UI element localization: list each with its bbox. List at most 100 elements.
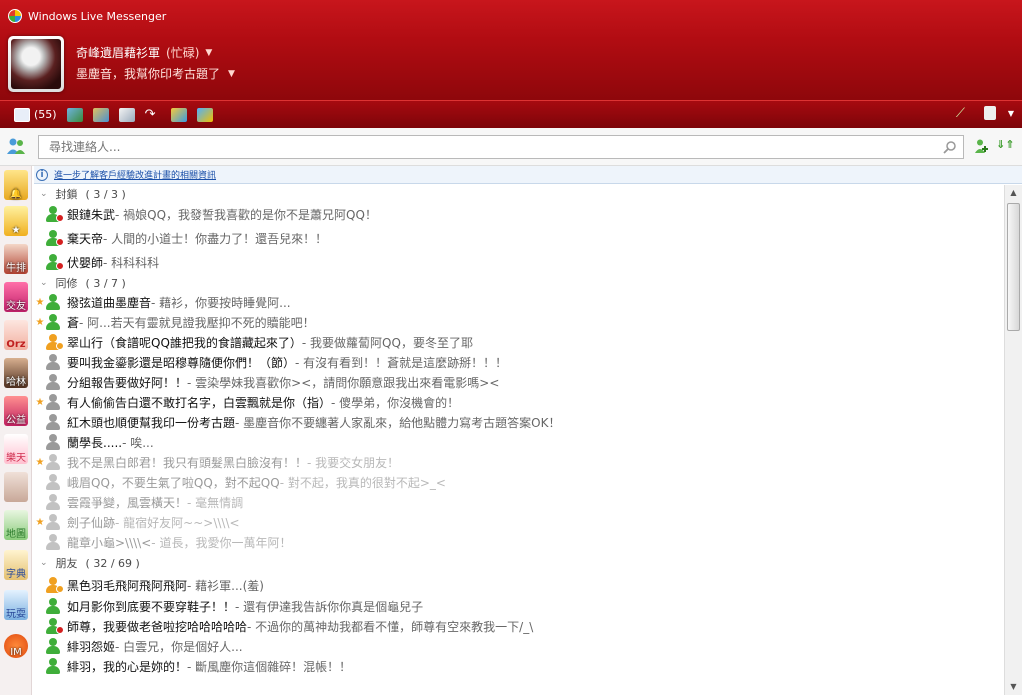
- user-name-row[interactable]: 奇峰遺眉藉衫軍 (忙碌) ▼: [76, 44, 212, 61]
- sidebar-item-heart[interactable]: 交友: [4, 282, 28, 312]
- spaces-icon[interactable]: [118, 107, 135, 122]
- chevron-down-icon[interactable]: ⌄: [40, 189, 48, 199]
- presence-icon: [46, 294, 64, 310]
- sidebar-item-kitty[interactable]: 樂天: [4, 434, 28, 464]
- contact-row[interactable]: 緋羽怨姬 - 白雲兄，你是個好人...: [34, 636, 243, 656]
- scroll-down-icon[interactable]: ▼: [1005, 679, 1022, 695]
- personal-message-row[interactable]: 墨塵音，我幫你印考古題了 ▼: [76, 65, 235, 82]
- favorite-star: ★: [35, 516, 45, 528]
- presence-icon: [46, 230, 64, 246]
- personal-message: 墨塵音，我幫你印考古題了: [76, 67, 221, 81]
- contact-row[interactable]: ★ 撥弦道曲墨塵音 - 藉衫，你要按時睡覺阿...: [34, 292, 291, 312]
- contact-message: - 禍娘QQ，我發誓我喜歡的是你不是蕭兄阿QQ！: [115, 207, 377, 222]
- contact-message: - 龍宿好友阿~~>\\\\<: [115, 515, 240, 530]
- scroll-up-icon[interactable]: ▲: [1005, 185, 1022, 201]
- status-dropdown-icon[interactable]: ▼: [205, 48, 212, 58]
- favorite-star: ★: [35, 296, 45, 308]
- customize-icon[interactable]: ⟋: [956, 106, 972, 121]
- people-icon[interactable]: [92, 107, 109, 122]
- contact-message: - 對不起，我真的很對不起>_<: [279, 475, 446, 490]
- sidebar-item-map[interactable]: 地圖: [4, 510, 28, 540]
- presence-icon: [46, 206, 64, 222]
- search-input[interactable]: [39, 136, 919, 158]
- group-count: ( 3 / 7 ): [85, 276, 126, 290]
- contact-row[interactable]: 緋羽，我的心是妳的！ - 斷風塵你這個雜碎！混帳！！: [34, 656, 351, 676]
- contact-name: 棄天帝: [67, 231, 104, 246]
- info-icon: i: [36, 168, 48, 181]
- group-header-classmates[interactable]: ⌄ 同修 ( 3 / 7 ): [40, 274, 126, 292]
- bell-icon: 🔔: [9, 189, 23, 200]
- contact-row[interactable]: ★ 有人偷偷告白還不敢打名字，白雲飄就是你（指） - 傻學弟，你沒機會的！: [34, 392, 459, 412]
- games-icon[interactable]: [196, 107, 213, 122]
- star-icon: ★: [11, 225, 21, 236]
- contact-name: 有人偷偷告白還不敢打名字，白雲飄就是你（指）: [67, 395, 332, 410]
- contact-row[interactable]: 伏嬰師 - 科科科科: [34, 252, 159, 272]
- contacts-icon[interactable]: [6, 137, 26, 155]
- scroll-thumb[interactable]: [1007, 203, 1020, 331]
- user-avatar[interactable]: [8, 36, 64, 92]
- contact-row[interactable]: 紅木頭也順便幫我印一份考古題 - 墨塵音你不要纏著人家亂來，給他點體力寫考古題答…: [34, 412, 560, 432]
- group-header-friends[interactable]: ⌄ 朋友 ( 32 / 69 ): [40, 554, 140, 572]
- sidebar-item-cow[interactable]: 牛排: [4, 244, 28, 274]
- share-icon[interactable]: ↷: [145, 107, 161, 122]
- contact-row[interactable]: ★ 蒼 - 阿...若天有靈就見證我壓抑不死的贖能吧！: [34, 312, 315, 332]
- search-icon[interactable]: [943, 140, 957, 154]
- favorite-star: ★: [35, 456, 45, 468]
- contact-row[interactable]: 龍章小龜>\\\\< - 道長，我愛你一萬年阿！: [34, 532, 291, 552]
- sidebar-item-face[interactable]: [4, 472, 28, 502]
- scrollbar[interactable]: ▲ ▼: [1004, 185, 1022, 695]
- presence-icon: [46, 514, 64, 530]
- chevron-down-icon[interactable]: ⌄: [40, 558, 48, 568]
- presence-icon: [46, 374, 64, 390]
- sidebar-item-im[interactable]: IM: [4, 634, 28, 658]
- sidebar-item-star[interactable]: ★: [4, 206, 28, 236]
- contact-name: 緋羽怨姬: [67, 639, 116, 654]
- contact-message: - 藉衫，你要按時睡覺阿...: [151, 295, 291, 310]
- contact-row[interactable]: 棄天帝 - 人間的小道士！你盡力了！還吾兒來！！: [34, 228, 327, 248]
- menu-dropdown-icon[interactable]: ▼: [1008, 109, 1014, 118]
- contact-name: 伏嬰師: [67, 255, 104, 270]
- contact-row[interactable]: 翠山行（食譜呢QQ誰把我的食譜藏起來了） - 我要做蘿蔔阿QQ，要冬至了耶: [34, 332, 473, 352]
- sidebar-item-game[interactable]: 玩耍: [4, 590, 28, 620]
- contact-message: - 還有伊達我告訴你你真是個龜兒子: [235, 599, 424, 614]
- mail-count[interactable]: (55): [34, 108, 57, 121]
- contact-message: - 雲染學妹我喜歡你><，請問你願意跟我出來看電影嗎><: [187, 375, 500, 390]
- presence-icon: [46, 598, 64, 614]
- contact-row[interactable]: 銀鏈朱武 - 禍娘QQ，我發誓我喜歡的是你不是蕭兄阿QQ！: [34, 204, 377, 224]
- add-contact-icon[interactable]: [974, 138, 990, 154]
- menu-icon[interactable]: [983, 106, 996, 120]
- contact-list[interactable]: ⌄ 封鎖 ( 3 / 3 ) 銀鏈朱武 - 禍娘QQ，我發誓我喜歡的是你不是蕭兄…: [34, 185, 1004, 695]
- contact-row[interactable]: 雲霞爭變，風雲橫天！ - 毫無情調: [34, 492, 243, 512]
- contact-row[interactable]: 要叫我金鎏影還是昭穆尊隨便你們！（節） - 有沒有看到！！蒼就是這麼跡掰！！！: [34, 352, 507, 372]
- contact-message: - 道長，我愛你一萬年阿！: [151, 535, 292, 550]
- sidebar-item-book[interactable]: 字典: [4, 550, 28, 580]
- contact-row[interactable]: 蘭學長..... - 唉...: [34, 432, 154, 452]
- contact-row[interactable]: 如月影你到底要不要穿鞋子！！ - 還有伊達我告訴你你真是個龜兒子: [34, 596, 423, 616]
- contact-row[interactable]: ★ 劍子仙跡 - 龍宿好友阿~~>\\\\<: [34, 512, 240, 532]
- sidebar: 🔔 ★ 牛排 交友 Orz 哈林 公益 樂天 地圖 字典 玩耍 IM: [0, 166, 32, 695]
- personal-message-dropdown-icon[interactable]: ▼: [228, 69, 235, 79]
- search-box[interactable]: [38, 135, 964, 159]
- contact-name: 蘭學長.....: [67, 435, 123, 450]
- sidebar-item-sticker[interactable]: 公益: [4, 396, 28, 426]
- sidebar-item-person[interactable]: 哈林: [4, 358, 28, 388]
- toolbar-right: ⟋ ▼: [956, 106, 1014, 121]
- avatar-image: [11, 39, 61, 89]
- chevron-down-icon[interactable]: ⌄: [40, 278, 48, 288]
- contact-row[interactable]: 峨眉QQ，不要生氣了啦QQ，對不起QQ - 對不起，我真的很對不起>_<: [34, 472, 446, 492]
- contact-row[interactable]: 黑色羽毛飛阿飛阿飛阿 - 藉衫軍...(羞): [34, 575, 264, 595]
- contact-row[interactable]: 師尊，我要做老爸啦挖哈哈哈哈哈 - 不過你的萬神劫我都看不懂，師尊有空來教我一下…: [34, 616, 533, 636]
- window-title: Windows Live Messenger: [28, 9, 167, 23]
- photos-icon[interactable]: [66, 107, 83, 122]
- sidebar-item-orz[interactable]: Orz: [4, 320, 28, 350]
- info-bar: i 進一步了解客戶經驗改進計畫的相關資訊: [34, 166, 1022, 184]
- group-header-blocked[interactable]: ⌄ 封鎖 ( 3 / 3 ): [40, 185, 126, 203]
- sort-icon[interactable]: ⇓⇑: [996, 138, 1014, 154]
- contact-row[interactable]: ★ 我不是黑白郎君！我只有頭髮黑白臉沒有！！ - 我要交女朋友！: [34, 452, 399, 472]
- info-link[interactable]: 進一步了解客戶經驗改進計畫的相關資訊: [54, 168, 216, 181]
- contact-row[interactable]: 分組報告要做好阿！！ - 雲染學妹我喜歡你><，請問你願意跟我出來看電影嗎><: [34, 372, 499, 392]
- mail-icon[interactable]: [14, 107, 30, 122]
- user-status: (忙碌): [166, 46, 200, 60]
- winks-icon[interactable]: [170, 107, 187, 122]
- sidebar-item-bell[interactable]: 🔔: [4, 170, 28, 200]
